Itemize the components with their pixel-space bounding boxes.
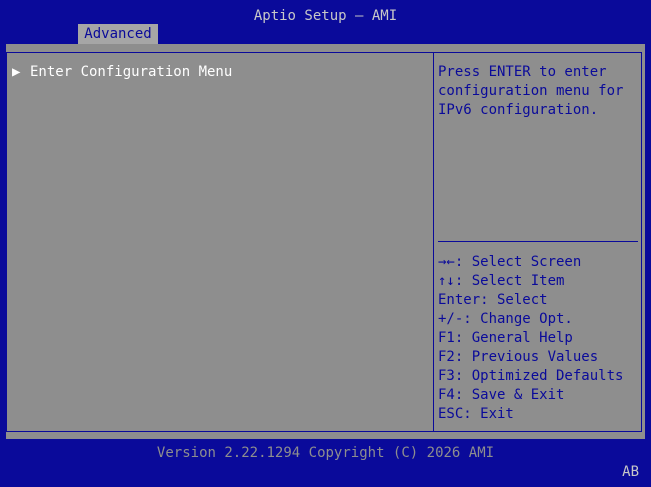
key-legend-enter: Enter: Select: [438, 292, 548, 308]
menu-item-enter-configuration[interactable]: ▶ Enter Configuration Menu: [12, 62, 232, 82]
key-legend-select-item: ↑↓: Select Item: [438, 273, 565, 289]
key-legend-save-exit: F4: Save & Exit: [438, 387, 565, 403]
tab-advanced[interactable]: Advanced: [78, 24, 158, 44]
key-legend-general-help: F1: General Help: [438, 330, 573, 346]
menu-item-label: Enter Configuration Menu: [30, 64, 233, 80]
help-keys-divider: [438, 241, 638, 242]
key-legend-previous-values: F2: Previous Values: [438, 349, 599, 365]
version-text: Version 2.22.1294 Copyright (C) 2026 AMI: [156, 445, 495, 461]
bios-setup-screen: Aptio Setup – AMI Advanced ▶ Enter Config…: [0, 0, 651, 487]
footer-bar: Version 2.22.1294 Copyright (C) 2026 AMI…: [0, 439, 651, 487]
key-legend: →←: Select Screen ↑↓: Select Item Enter:…: [438, 253, 643, 424]
key-legend-exit: ESC: Exit: [438, 406, 514, 422]
help-line: configuration menu for: [438, 83, 624, 99]
panel-divider: [433, 52, 434, 432]
post-code-badge: AB: [622, 464, 639, 480]
help-line: IPv6 configuration.: [438, 102, 599, 118]
submenu-arrow-icon: ▶: [12, 64, 21, 80]
app-title: Aptio Setup – AMI: [253, 8, 398, 24]
key-legend-change-opt: +/-: Change Opt.: [438, 311, 573, 327]
header-bar: Aptio Setup – AMI Advanced: [0, 0, 651, 44]
help-description: Press ENTER to enter configuration menu …: [438, 63, 638, 120]
key-legend-select-screen: →←: Select Screen: [438, 254, 582, 270]
help-line: Press ENTER to enter: [438, 64, 607, 80]
key-legend-optimized-defaults: F3: Optimized Defaults: [438, 368, 624, 384]
